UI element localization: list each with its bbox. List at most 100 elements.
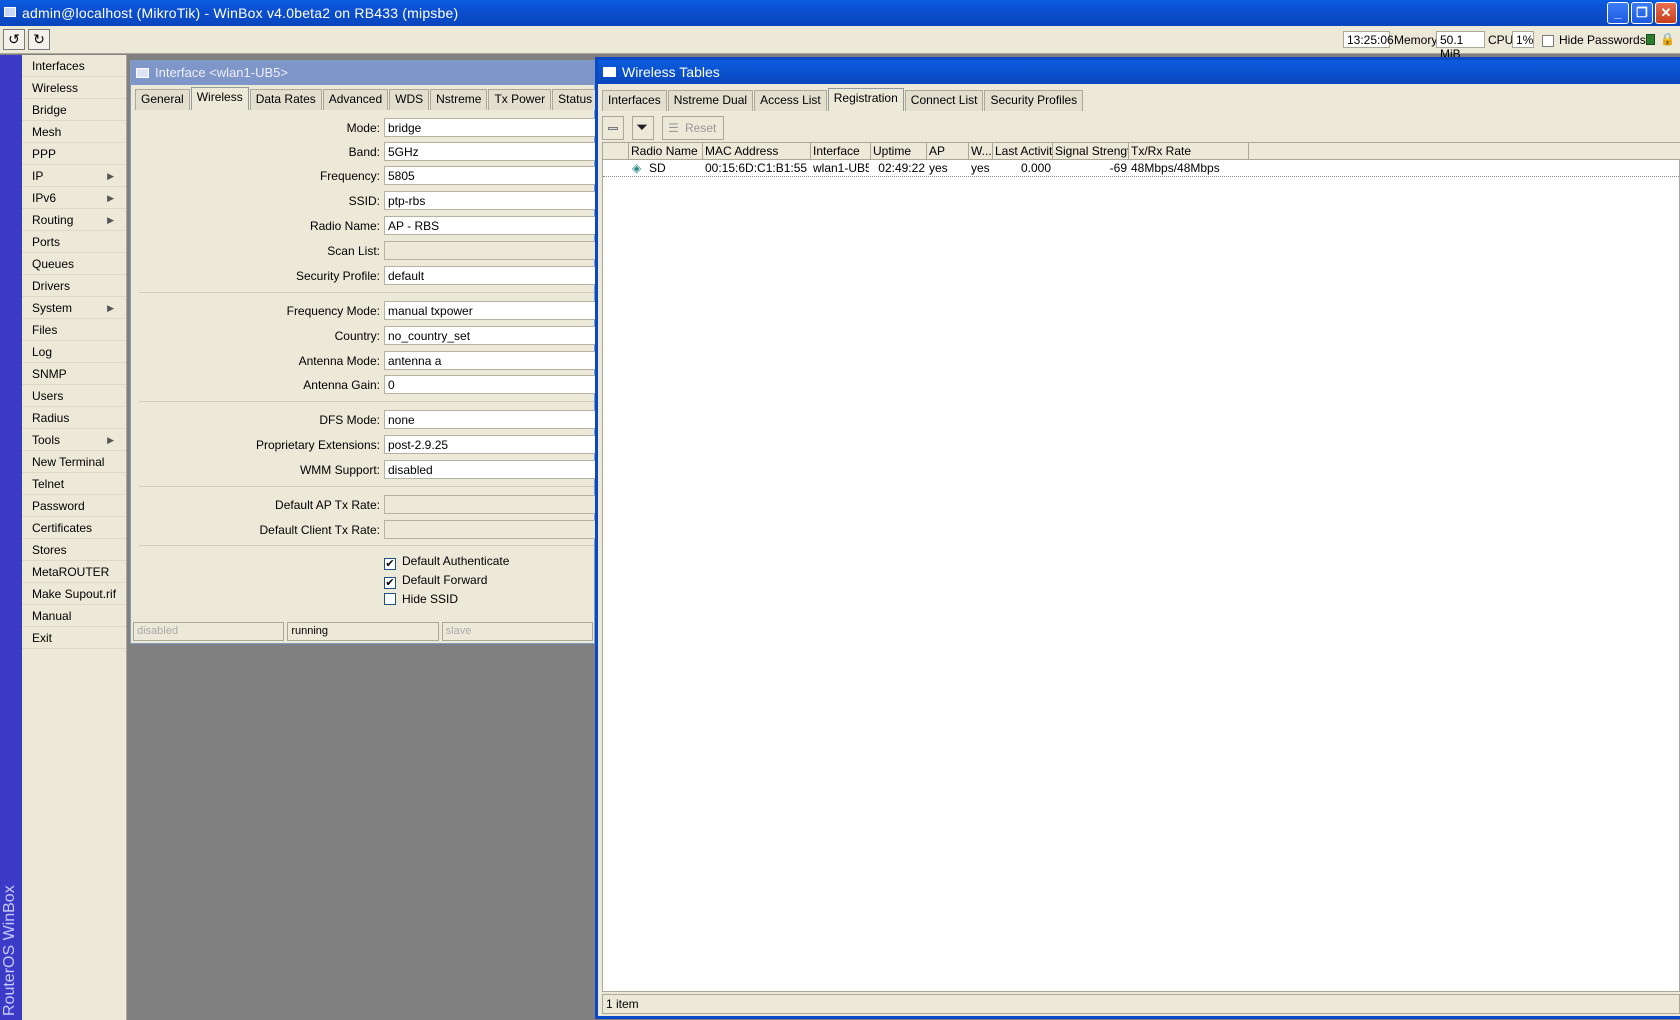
sidemenu-item-ip[interactable]: IP ▶ xyxy=(22,165,126,187)
security-profile-field[interactable]: default xyxy=(384,266,596,285)
sidemenu-item-label: Mesh xyxy=(32,125,62,139)
sidemenu-item-certificates[interactable]: Certificates xyxy=(22,517,126,539)
wireless-tab-security-profiles[interactable]: Security Profiles xyxy=(984,90,1084,111)
sidemenu-item-telnet[interactable]: Telnet xyxy=(22,473,126,495)
wireless-tab-access-list[interactable]: Access List xyxy=(754,90,827,111)
redo-button[interactable]: ↻ xyxy=(28,29,50,50)
interface-tab-wds[interactable]: WDS xyxy=(389,89,430,110)
column-header-tx-rx-rate[interactable]: Tx/Rx Rate xyxy=(1129,143,1249,160)
sidemenu-item-tools[interactable]: Tools ▶ xyxy=(22,429,126,451)
interface-tab-advanced[interactable]: Advanced xyxy=(322,89,389,110)
band-field[interactable]: 5GHz xyxy=(384,142,596,161)
reset-icon: ☰ xyxy=(668,121,679,135)
wireless-tab-nstreme-dual[interactable]: Nstreme Dual xyxy=(667,90,754,111)
sidemenu-item-log[interactable]: Log xyxy=(22,341,126,363)
restore-button[interactable]: ❐ xyxy=(1631,2,1653,24)
sidemenu-item-mesh[interactable]: Mesh xyxy=(22,121,126,143)
table-row[interactable]: ◈ SD 00:15:6D:C1:B1:55 wlan1-UB5 02:49:22 yes… xyxy=(603,161,1680,177)
interface-tab-general[interactable]: General xyxy=(135,89,190,110)
filter-button[interactable]: ⏷ xyxy=(632,116,654,140)
scan-list-field[interactable] xyxy=(384,241,596,260)
frequency-mode-field[interactable]: manual txpower xyxy=(384,301,596,320)
reset-button[interactable]: ☰ Reset xyxy=(662,116,724,140)
sidemenu-item-ipv6[interactable]: IPv6 ▶ xyxy=(22,187,126,209)
wireless-tab-connect-list[interactable]: Connect List xyxy=(904,90,984,111)
sidemenu-item-make-supout-rif[interactable]: Make Supout.rif xyxy=(22,583,126,605)
mode-field[interactable]: bridge xyxy=(384,118,596,137)
ssid-field[interactable]: ptp-rbs xyxy=(384,191,596,210)
close-button[interactable]: ✕ xyxy=(1655,2,1677,24)
band-row: Band: 5GHz xyxy=(131,141,596,163)
sidemenu-item-radius[interactable]: Radius xyxy=(22,407,126,429)
sidemenu-item-exit[interactable]: Exit xyxy=(22,627,126,649)
sidemenu-item-ports[interactable]: Ports xyxy=(22,231,126,253)
sidemenu-item-snmp[interactable]: SNMP xyxy=(22,363,126,385)
sidemenu-item-manual[interactable]: Manual xyxy=(22,605,126,627)
interface-tab-wireless[interactable]: Wireless xyxy=(190,87,249,110)
wireless-tab-registration[interactable]: Registration xyxy=(827,88,904,111)
dfs-mode-field[interactable]: none xyxy=(384,410,596,429)
hide-passwords-checkbox[interactable] xyxy=(1542,33,1554,47)
interface-window-titlebar[interactable]: Interface <wlan1-UB5> xyxy=(131,61,594,85)
sidemenu-item-label: Password xyxy=(32,499,85,513)
column-header-radio-name[interactable]: Radio Name xyxy=(629,143,703,160)
sidemenu-item-bridge[interactable]: Bridge xyxy=(22,99,126,121)
radio-name-field[interactable]: AP - RBS xyxy=(384,216,596,235)
antenna-mode-field[interactable]: antenna a xyxy=(384,351,596,370)
remove-button[interactable] xyxy=(602,116,624,140)
default-ap-tx-rate-row: Default AP Tx Rate: xyxy=(131,494,596,516)
sidemenu-item-label: Routing xyxy=(32,213,74,227)
column-header-w[interactable]: W... xyxy=(969,143,993,160)
column-header-ap[interactable]: AP xyxy=(927,143,969,160)
security-profile-label: Security Profile: xyxy=(295,269,380,283)
proprietary-extensions-row: Proprietary Extensions: post-2.9.25 xyxy=(131,434,596,456)
wireless-tables-title: Wireless Tables xyxy=(622,64,720,80)
undo-button[interactable]: ↺ xyxy=(3,29,25,50)
column-header-mac-address[interactable]: MAC Address xyxy=(703,143,811,160)
proprietary-extensions-field[interactable]: post-2.9.25 xyxy=(384,435,596,454)
wmm-support-field[interactable]: disabled xyxy=(384,460,596,479)
sidemenu-item-metarouter[interactable]: MetaROUTER xyxy=(22,561,126,583)
column-header-uptime[interactable]: Uptime xyxy=(871,143,927,160)
frequency-field[interactable]: 5805 xyxy=(384,166,596,185)
sidemenu-item-drivers[interactable]: Drivers xyxy=(22,275,126,297)
submenu-arrow-icon: ▶ xyxy=(107,215,114,225)
sidemenu-item-queues[interactable]: Queues xyxy=(22,253,126,275)
sidemenu-item-password[interactable]: Password xyxy=(22,495,126,517)
minimize-button[interactable]: _ xyxy=(1607,2,1629,24)
country-field[interactable]: no_country_set xyxy=(384,326,596,345)
sidemenu-item-users[interactable]: Users xyxy=(22,385,126,407)
interface-tab-status[interactable]: Status xyxy=(552,89,599,110)
column-header-last-activit[interactable]: Last Activit... xyxy=(993,143,1053,160)
sidemenu-item-system[interactable]: System ▶ xyxy=(22,297,126,319)
interface-tab-nstreme[interactable]: Nstreme xyxy=(430,89,488,110)
status-running: running xyxy=(287,622,439,641)
column-header-interface[interactable]: Interface xyxy=(811,143,871,160)
default-forward-checkbox[interactable]: ✔ Default Forward xyxy=(384,573,487,591)
sidemenu-item-ppp[interactable]: PPP xyxy=(22,143,126,165)
security-profile-row: Security Profile: default xyxy=(131,265,596,287)
default-client-tx-rate-field[interactable] xyxy=(384,520,596,539)
column-header-signal-strengt[interactable]: Signal Strengt... xyxy=(1053,143,1129,160)
sidemenu-item-stores[interactable]: Stores xyxy=(22,539,126,561)
sidemenu-item-files[interactable]: Files xyxy=(22,319,126,341)
antenna-gain-label: Antenna Gain: xyxy=(303,378,380,392)
default-authenticate-checkbox[interactable]: ✔ Default Authenticate xyxy=(384,554,509,572)
frequency-row: Frequency: 5805 xyxy=(131,165,596,187)
wireless-tab-interfaces[interactable]: Interfaces xyxy=(602,90,667,111)
sidemenu-item-routing[interactable]: Routing ▶ xyxy=(22,209,126,231)
antenna-gain-field[interactable]: 0 xyxy=(384,375,596,394)
default-ap-tx-rate-field[interactable] xyxy=(384,495,596,514)
app-window-icon[interactable] xyxy=(4,7,16,17)
sidemenu-item-wireless[interactable]: Wireless xyxy=(22,77,126,99)
hide-ssid-checkbox[interactable]: Hide SSID xyxy=(384,592,458,610)
interface-tab-tx-power[interactable]: Tx Power xyxy=(488,89,552,110)
submenu-arrow-icon: ▶ xyxy=(107,171,114,181)
band-label: Band: xyxy=(348,145,380,159)
interface-window-title: Interface <wlan1-UB5> xyxy=(155,65,288,80)
sidemenu-item-interfaces[interactable]: Interfaces xyxy=(22,55,126,77)
wireless-client-icon: ◈ xyxy=(632,161,642,175)
sidemenu-item-new-terminal[interactable]: New Terminal xyxy=(22,451,126,473)
wireless-tables-titlebar[interactable]: Wireless Tables xyxy=(598,60,1680,84)
interface-tab-data-rates[interactable]: Data Rates xyxy=(249,89,322,110)
